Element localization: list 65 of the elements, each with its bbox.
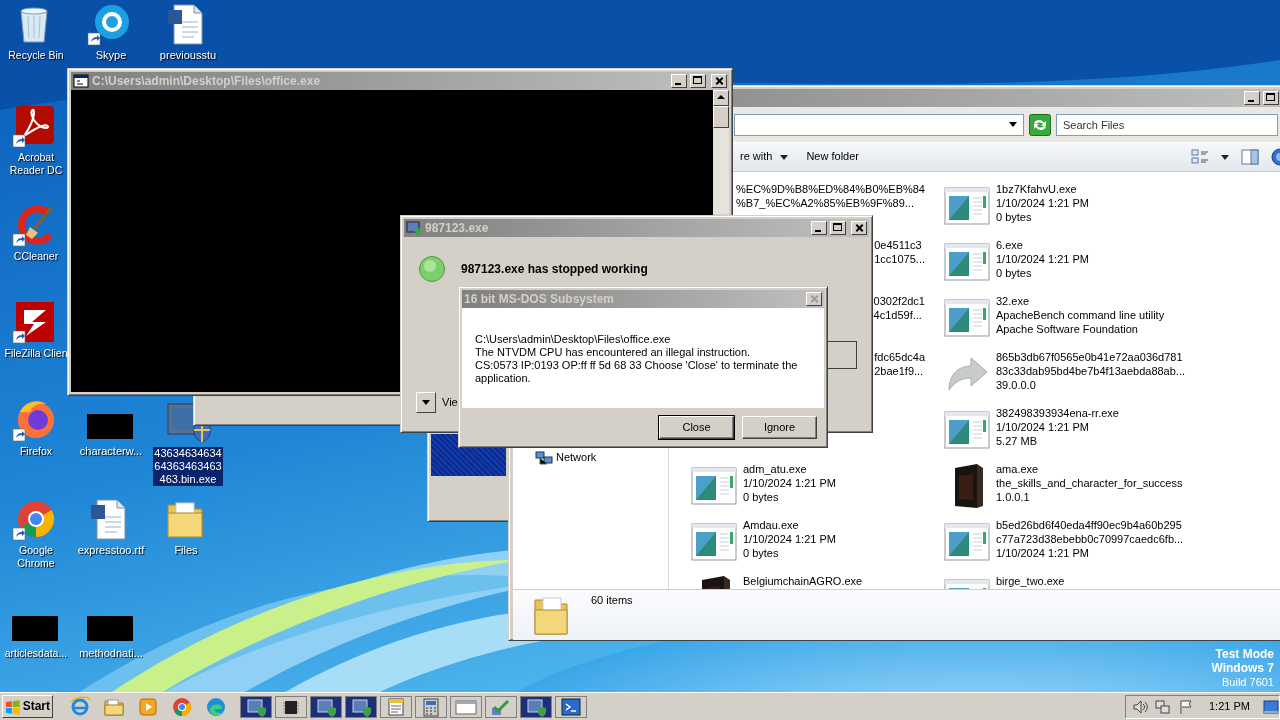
file-detail: ApacheBench command line utility xyxy=(996,308,1165,322)
window-title: C:\Users\admin\Desktop\Files\office.exe xyxy=(92,73,322,89)
dialog-button[interactable]: Ignore xyxy=(742,416,817,439)
file-detail: the_skills_and_character_for_success xyxy=(996,476,1183,490)
file-detail: 5.27 MB xyxy=(996,434,1038,448)
file-name[interactable]: BelgiumchainAGRO.exe xyxy=(743,574,863,588)
icon-label[interactable]: FileZilla Clien xyxy=(4,347,68,360)
window-title: 987123.exe xyxy=(425,220,490,236)
file-detail: 0 bytes xyxy=(743,490,780,504)
file-name[interactable]: Amdau.exe xyxy=(743,518,836,532)
dialog-button[interactable]: Close xyxy=(659,416,734,439)
os-notice: Windows 7 xyxy=(1211,661,1274,675)
file-name[interactable]: 0e4511c3 xyxy=(874,238,925,252)
toolbar-button[interactable]: New folder xyxy=(800,147,865,167)
file-detail: 1.0.0.1 xyxy=(996,490,1031,504)
icon-label[interactable]: Google Chrome xyxy=(3,544,69,570)
icon-label[interactable]: Acrobat Reader DC xyxy=(3,151,69,177)
file-name[interactable]: 6.exe xyxy=(996,238,1089,252)
file-name[interactable]: b5ed26bd6f40eda4ff90ec9b4a60b295 xyxy=(996,518,1184,532)
file-name[interactable]: 1bz7KfahvU.exe xyxy=(996,182,1089,196)
icon-label[interactable]: CCleaner xyxy=(13,250,59,263)
nav-item[interactable]: Network xyxy=(556,451,597,465)
search-field[interactable]: Search Files xyxy=(1056,113,1278,136)
file-name[interactable]: %EC%9D%B8%ED%84%B0%EB%84 xyxy=(736,182,925,196)
file-detail: 2bae1f9... xyxy=(874,364,925,378)
file-detail: 39.0.0.0 xyxy=(996,378,1037,392)
start-button[interactable]: Start xyxy=(2,695,53,718)
file-name[interactable]: 382498393934ena-rr.exe xyxy=(996,406,1119,420)
clock[interactable]: 1:21 PM xyxy=(1209,699,1250,714)
file-detail: 0 bytes xyxy=(743,546,780,560)
file-name[interactable]: 865b3db67f0565e0b41e72aa036d781 xyxy=(996,350,1186,364)
file-name[interactable]: fdc65dc4a xyxy=(874,350,925,364)
file-detail: 1/10/2024 1:21 PM xyxy=(996,252,1089,266)
file-detail: c77a723d38ebebb0c70997caedc6fb... xyxy=(996,532,1184,546)
icon-label[interactable]: Skype xyxy=(94,49,128,62)
file-name[interactable]: ama.exe xyxy=(996,462,1183,476)
file-detail: 1/10/2024 1:21 PM xyxy=(743,476,836,490)
file-detail: 1/10/2024 1:21 PM xyxy=(996,420,1090,434)
file-name[interactable]: 32.exe xyxy=(996,294,1165,308)
icon-label[interactable]: Firefox xyxy=(19,445,53,458)
item-count: 60 items xyxy=(591,594,633,608)
file-detail: 1/10/2024 1:21 PM xyxy=(996,196,1089,210)
dialog-message: C:\Users\admin\Desktop\Files\office.exe The NTVDM CPU has encountered an illegal instruction. CS:0573 IP:0193 OP:ff ff 5d 68 33 Choose 'Close' to terminate the application. xyxy=(462,308,824,408)
file-detail: 0 bytes xyxy=(996,210,1033,224)
window-title: 16 bit MS-DOS Subsystem xyxy=(464,291,616,307)
details-label[interactable]: Vie xyxy=(442,395,458,410)
os-notice: Test Mode xyxy=(1215,647,1274,661)
file-name[interactable]: birge_two.exe xyxy=(996,574,1065,588)
error-message: 987123.exe has stopped working xyxy=(461,261,648,277)
file-detail: 0 bytes xyxy=(996,266,1033,280)
file-detail: 83c33dab95bd4be7b4f13aebda88ab... xyxy=(996,364,1186,378)
os-notice: Build 7601 xyxy=(1222,675,1274,689)
icon-label[interactable]: Recycle Bin xyxy=(8,49,64,62)
icon-label[interactable]: previousstu xyxy=(158,49,218,62)
icon-label[interactable]: characterw... xyxy=(78,445,144,458)
file-detail: 1cc1075... xyxy=(874,252,925,266)
file-name[interactable]: adm_atu.exe xyxy=(743,462,836,476)
file-detail: 1/10/2024 1:21 PM xyxy=(996,546,1090,560)
icon-label[interactable]: 4363463463464363463463463.bin.exe xyxy=(153,447,223,486)
file-detail: 4c1d59f... xyxy=(873,308,923,322)
file-detail: %B7_%EC%A2%85%EB%9F%89... xyxy=(736,196,915,210)
file-name[interactable]: 0302f2dc1 xyxy=(873,294,925,308)
menu-button[interactable]: re with xyxy=(734,147,795,167)
file-detail: Apache Software Foundation xyxy=(996,322,1139,336)
file-detail: 1/10/2024 1:21 PM xyxy=(743,532,836,546)
